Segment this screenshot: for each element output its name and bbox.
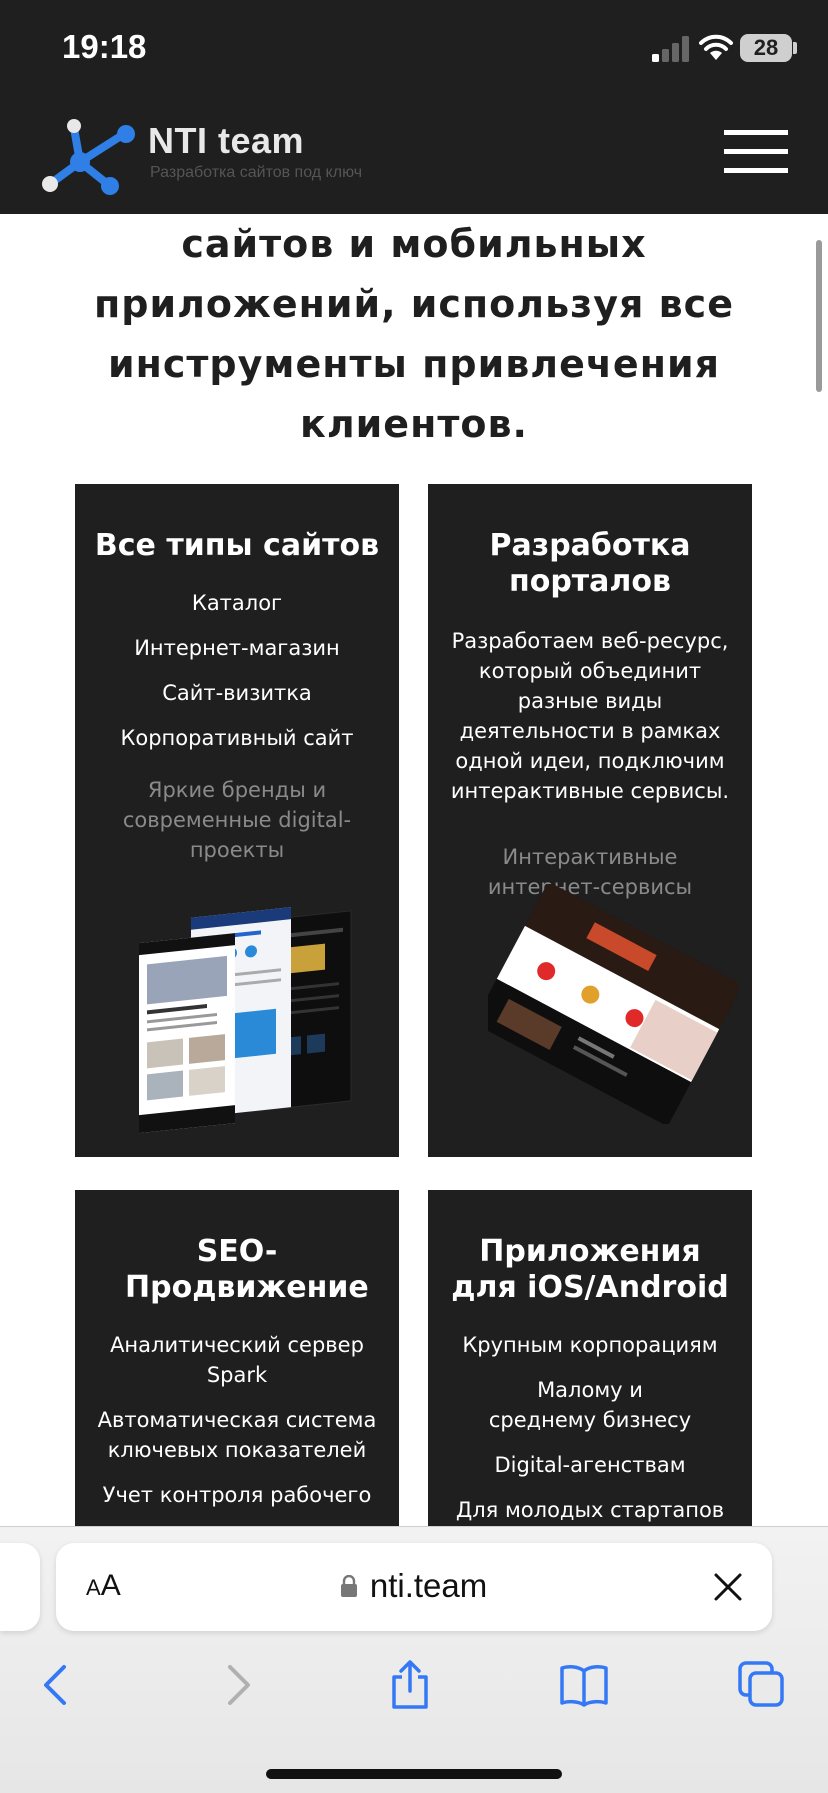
website-mockups-image xyxy=(139,907,352,1134)
menu-hamburger-icon[interactable] xyxy=(724,130,788,178)
forward-icon[interactable] xyxy=(210,1659,262,1711)
card-list: Аналитический сервер Spark Автоматическа… xyxy=(75,1330,399,1510)
list-item: Каталог xyxy=(191,591,283,615)
headline-line: инструменты привлечения xyxy=(108,342,720,386)
wifi-icon xyxy=(699,34,733,60)
tabs-icon[interactable] xyxy=(736,1659,788,1711)
list-item: Крупным корпорациям xyxy=(462,1333,718,1357)
card-title: Все типы сайтов xyxy=(94,528,380,563)
battery-icon: 28 xyxy=(740,34,792,62)
portal-mockup-image xyxy=(488,884,738,1124)
share-icon[interactable] xyxy=(384,1659,436,1711)
card-seo[interactable]: SEO-Продвижение Аналитический сервер Spa… xyxy=(75,1190,399,1526)
card-title: Приложения для iOS/Android xyxy=(451,1234,729,1305)
list-item: Учет контроля рабочего xyxy=(102,1483,372,1507)
list-item: Аналитический сервер Spark xyxy=(110,1333,364,1387)
card-description: Разработаем веб-ресурс, который объедини… xyxy=(450,629,730,803)
card-list: Каталог Интернет-магазин Сайт-визитка Ко… xyxy=(75,588,399,753)
card-mobile-apps[interactable]: Приложения для iOS/Android Крупным корпо… xyxy=(428,1190,752,1526)
list-item: Корпоративный сайт xyxy=(120,726,354,750)
list-item: Автоматическая система ключевых показате… xyxy=(97,1408,377,1462)
cellular-signal-icon xyxy=(652,36,689,62)
status-bar: 19:18 28 xyxy=(0,0,828,100)
card-list: Крупным корпорациям Малому и среднему би… xyxy=(428,1330,752,1525)
scroll-indicator[interactable] xyxy=(816,240,822,392)
home-indicator[interactable] xyxy=(266,1769,562,1779)
site-header: NTI team Разработка сайтов под ключ xyxy=(0,100,828,214)
bookmarks-icon[interactable] xyxy=(558,1659,610,1711)
headline-line: сайтов и мобильных xyxy=(181,222,647,266)
battery-nub xyxy=(793,42,797,54)
headline-line: клиентов. xyxy=(300,402,528,446)
back-icon[interactable] xyxy=(32,1659,84,1711)
nti-logo-icon[interactable] xyxy=(40,112,142,198)
url-display[interactable]: nti.team xyxy=(56,1567,772,1605)
list-item: Для молодых стартапов xyxy=(455,1498,725,1522)
logo-subtitle: Разработка сайтов под ключ xyxy=(150,164,363,181)
list-item: Digital-агенствам xyxy=(494,1453,686,1477)
card-portal-development[interactable]: Разработка порталов Разработаем веб-ресу… xyxy=(428,484,752,1157)
headline-line: приложений, используя все xyxy=(94,282,734,326)
browser-toolbar: AA nti.team xyxy=(0,1526,828,1793)
card-caption: Яркие бренды и современные digital-проек… xyxy=(122,778,352,862)
logo-title[interactable]: NTI team xyxy=(148,120,304,162)
list-item: Интернет-магазин xyxy=(134,636,340,660)
previous-tab-preview[interactable] xyxy=(0,1543,40,1631)
card-title: Разработка порталов xyxy=(489,528,691,599)
card-all-site-types[interactable]: Все типы сайтов Каталог Интернет-магазин… xyxy=(75,484,399,1157)
close-icon[interactable] xyxy=(712,1571,744,1603)
list-item: Сайт-визитка xyxy=(162,681,312,705)
address-bar[interactable]: AA nti.team xyxy=(56,1543,772,1631)
list-item: Малому и среднему бизнесу xyxy=(488,1378,692,1432)
status-time: 19:18 xyxy=(62,28,147,65)
page-content: сайтов и мобильных приложений, используя… xyxy=(0,214,828,1526)
card-title: SEO-Продвижение xyxy=(125,1234,369,1305)
url-text: nti.team xyxy=(369,1567,488,1604)
lock-icon xyxy=(340,1575,357,1597)
hero-headline: сайтов и мобильных приложений, используя… xyxy=(60,214,768,454)
